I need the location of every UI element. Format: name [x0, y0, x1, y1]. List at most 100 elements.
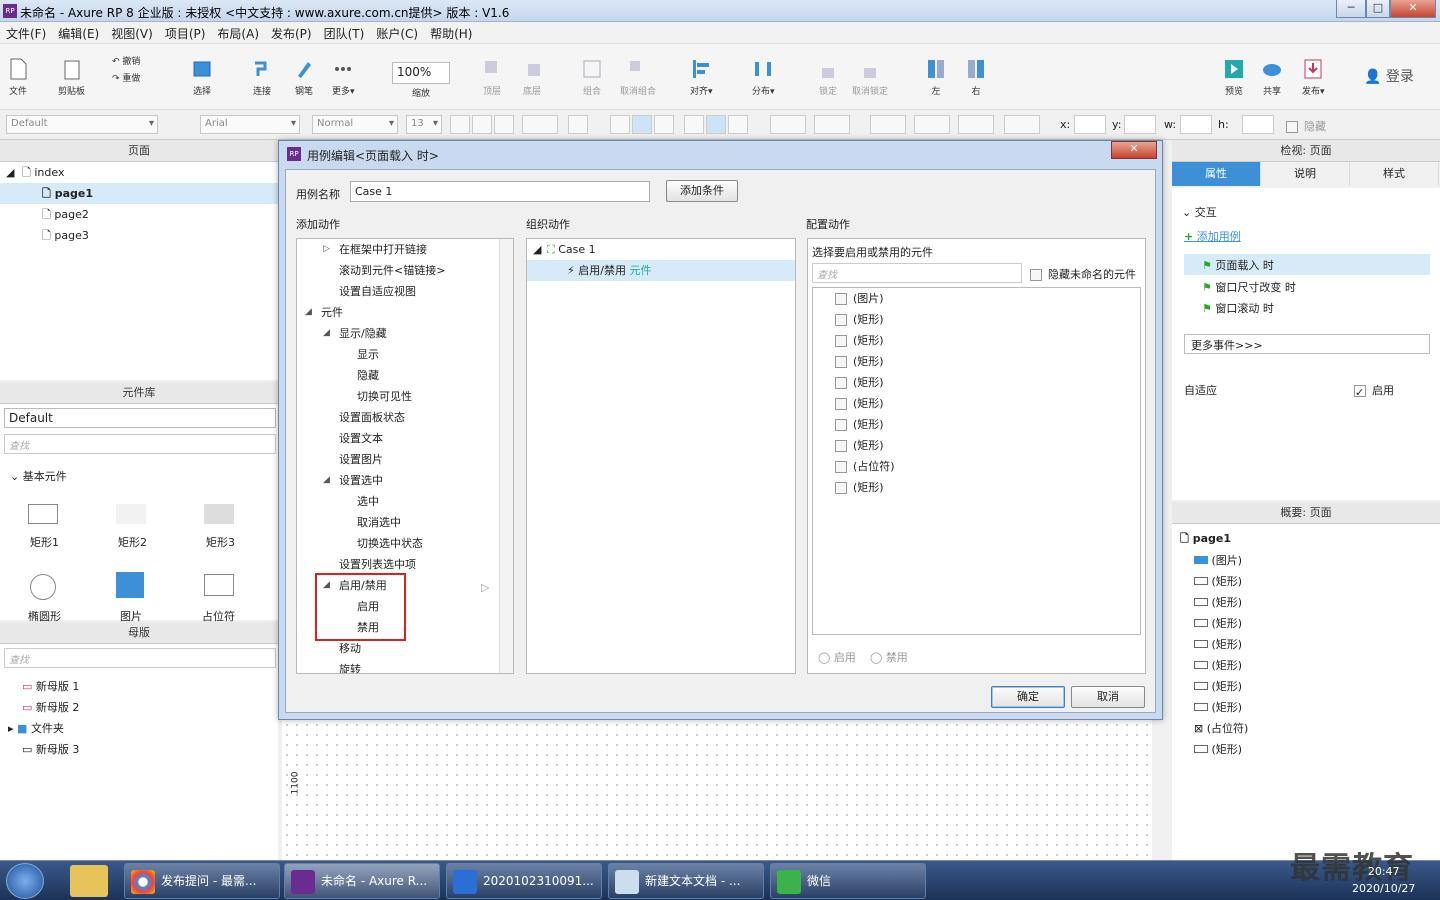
more-tool[interactable]: 更多▾ [332, 58, 355, 97]
action-item[interactable]: 切换可见性 [297, 386, 513, 407]
add-case-link[interactable]: + 添加用例 [1184, 228, 1241, 244]
clipboard-button[interactable]: 剪贴板 [58, 58, 85, 97]
publish-button[interactable]: 发布▾ [1302, 58, 1325, 97]
left-button[interactable]: 左 [926, 58, 946, 97]
action-item[interactable]: ◢ 元件 [297, 302, 513, 323]
rectangle3-widget-icon[interactable] [204, 504, 234, 524]
adaptive-enable-checkbox[interactable]: ✓ 启用 [1354, 382, 1394, 399]
rectangle1-widget-icon[interactable] [28, 504, 58, 524]
login-button[interactable]: 👤 登录 [1364, 66, 1414, 86]
widget-checkbox-row[interactable]: (矩形) [813, 414, 1140, 435]
select-tool[interactable]: 选择 [192, 58, 212, 97]
widget-checkbox-row[interactable]: (矩形) [813, 477, 1140, 498]
font-select[interactable]: Arial [200, 115, 300, 134]
menu-help[interactable]: 帮助(H) [424, 22, 478, 45]
case-node[interactable]: ◢ ⛶ Case 1 [527, 239, 795, 260]
design-canvas[interactable] [282, 720, 1152, 860]
masters-search[interactable]: 查找 [4, 648, 276, 668]
taskbar-word[interactable]: 2020102310091... [446, 863, 602, 899]
distribute-button[interactable]: 分布▾ [752, 58, 775, 97]
action-item[interactable]: 滚动到元件<锚链接> [297, 260, 513, 281]
font-size-select[interactable]: 13 [406, 115, 442, 134]
undo-button[interactable]: ↶ 撤销 [112, 54, 140, 67]
tab-style[interactable]: 样式 [1350, 162, 1439, 186]
page-page3[interactable]: 🗋 page3 [0, 225, 278, 246]
underline-button[interactable] [494, 115, 514, 134]
italic-button[interactable] [472, 115, 492, 134]
w-input[interactable] [1180, 115, 1212, 134]
outline-item[interactable]: (矩形) [1194, 655, 1248, 676]
close-window-button[interactable]: ✕ [1390, 0, 1436, 18]
library-select[interactable]: Default [4, 408, 276, 428]
action-tree-scrollbar[interactable] [499, 239, 513, 673]
fill-color-button[interactable] [770, 115, 806, 134]
menu-file[interactable]: 文件(F) [0, 22, 52, 45]
action-item[interactable]: 设置面板状态 [297, 407, 513, 428]
action-node[interactable]: ⚡ 启用/禁用 元件 [527, 260, 795, 281]
h-input[interactable] [1242, 115, 1274, 134]
arrow-style-button[interactable] [1004, 115, 1040, 134]
master-1[interactable]: ▭ 新母版 1 [22, 678, 79, 694]
expand-arrow-icon[interactable]: ▷ [481, 581, 489, 594]
event-page-load[interactable]: ⚑ 页面载入 时 [1184, 254, 1430, 275]
widget-checkbox-row[interactable]: (矩形) [813, 435, 1140, 456]
tab-properties[interactable]: 属性 [1172, 162, 1261, 186]
align-left-button[interactable] [610, 115, 630, 134]
valign-top-button[interactable] [684, 115, 704, 134]
image-widget-icon[interactable] [116, 572, 144, 598]
interaction-section[interactable]: ⌄ 交互 [1182, 204, 1217, 220]
action-item[interactable]: 设置文本 [297, 428, 513, 449]
action-item[interactable]: 选中 [297, 491, 513, 512]
line-style-button[interactable] [958, 115, 994, 134]
widget-checkbox-row[interactable]: (矩形) [813, 330, 1140, 351]
file-button[interactable]: 文件 [8, 58, 28, 97]
page-page1[interactable]: 🗋 page1 [0, 183, 278, 204]
outline-item[interactable]: (矩形) [1194, 739, 1248, 760]
widget-checkbox-row[interactable]: (图片) [813, 288, 1140, 309]
outline-item[interactable]: ⊠ (占位符) [1194, 718, 1248, 739]
maximize-button[interactable]: □ [1366, 0, 1390, 18]
action-item[interactable]: 设置列表选中项 [297, 554, 513, 575]
menu-project[interactable]: 项目(P) [159, 22, 212, 45]
action-item[interactable]: 显示 [297, 344, 513, 365]
valign-bottom-button[interactable] [728, 115, 748, 134]
zoom-select[interactable]: 100% [392, 62, 450, 84]
line-color-button[interactable] [870, 115, 906, 134]
page-page2[interactable]: 🗋 page2 [0, 204, 278, 225]
minimize-button[interactable]: ─ [1336, 0, 1366, 18]
menu-publish[interactable]: 发布(P) [265, 22, 318, 45]
widget-checkbox-row[interactable]: (矩形) [813, 351, 1140, 372]
explorer-icon[interactable] [70, 865, 108, 897]
widget-search-input[interactable]: 查找 [812, 263, 1022, 283]
event-window-scroll[interactable]: ⚑ 窗口滚动 时 [1202, 300, 1274, 316]
start-button[interactable] [6, 863, 44, 899]
right-button[interactable]: 右 [966, 58, 986, 97]
share-button[interactable]: 共享 [1262, 58, 1282, 97]
menu-edit[interactable]: 编辑(E) [52, 22, 105, 45]
line-width-button[interactable] [914, 115, 950, 134]
valign-middle-button[interactable] [706, 115, 726, 134]
taskbar-axure[interactable]: 未命名 - Axure R... [284, 863, 440, 899]
action-item[interactable]: 设置自适应视图 [297, 281, 513, 302]
unlock-button[interactable]: 取消锁定 [852, 58, 888, 97]
action-item[interactable]: 设置图片 [297, 449, 513, 470]
shadow-button[interactable] [814, 115, 850, 134]
action-item[interactable]: ▷ 在框架中打开链接 [297, 239, 513, 260]
font-color-button[interactable] [522, 115, 558, 134]
action-item[interactable]: 隐藏 [297, 365, 513, 386]
hide-unnamed-checkbox[interactable]: 隐藏未命名的元件 [1030, 266, 1136, 282]
action-item[interactable]: ◢ 设置选中 [297, 470, 513, 491]
tab-notes[interactable]: 说明 [1261, 162, 1350, 186]
taskbar-wechat[interactable]: 微信 [770, 863, 926, 899]
ok-button[interactable]: 确定 [991, 686, 1065, 708]
case-name-input[interactable]: Case 1 [350, 181, 650, 202]
disable-radio[interactable]: ◯ 禁用 [870, 649, 908, 665]
preview-button[interactable]: 预览 [1224, 58, 1244, 97]
action-item[interactable]: 移动 [297, 638, 513, 659]
outline-item[interactable]: (矩形) [1194, 571, 1248, 592]
align-button[interactable]: 对齐▾ [690, 58, 713, 97]
widget-checkbox-row[interactable]: (矩形) [813, 372, 1140, 393]
bring-top-button[interactable]: 顶层 [482, 58, 502, 97]
taskbar-chrome[interactable]: 发布提问 - 最需... [124, 863, 280, 899]
menu-account[interactable]: 账户(C) [370, 22, 424, 45]
